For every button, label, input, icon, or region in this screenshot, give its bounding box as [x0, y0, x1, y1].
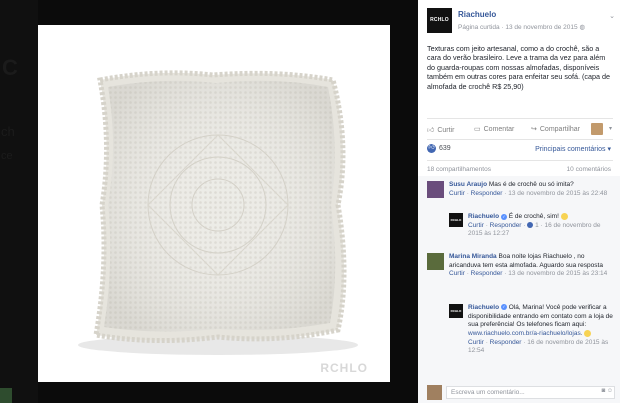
like-label: Curtir: [437, 127, 455, 134]
comment-composer: Escreva um comentário... ◙ ☺: [427, 384, 617, 402]
comment-sort-dropdown[interactable]: Principais comentários ▾: [535, 145, 611, 153]
page-reply-avatar[interactable]: RCHLO: [449, 304, 463, 318]
post-meta: Página curtida · 13 de novembro de 2015 …: [458, 24, 586, 31]
comments-section: [418, 176, 620, 403]
like-reaction-icon: 👍︎: [427, 144, 436, 153]
comment-meta: Curtir · Responder · 13 de novembro de 2…: [449, 270, 608, 278]
like-reaction-icon: [527, 222, 534, 229]
commenter-name[interactable]: Riachuelo: [468, 213, 499, 220]
caret-down-icon: ▾: [607, 146, 611, 153]
reaction-count[interactable]: 639: [439, 145, 451, 152]
post-text: Texturas com jeito artesanal, como a do …: [427, 44, 610, 91]
share-label: Compartilhar: [539, 126, 580, 133]
comment-reply-link[interactable]: Responder: [490, 222, 522, 229]
page-name-link[interactable]: Riachuelo: [458, 10, 496, 19]
like-button[interactable]: 👍︎ Curtir: [427, 125, 454, 134]
comments-count[interactable]: 10 comentários: [567, 166, 611, 173]
reactions-bar: 👍︎ 639 Principais comentários ▾: [427, 143, 615, 155]
page-avatar[interactable]: RCHLO: [427, 8, 452, 33]
commenter-name[interactable]: Susu Araujo: [449, 181, 487, 188]
ghost-fragment: ce: [1, 150, 13, 162]
commenter-name[interactable]: Marina Miranda: [449, 253, 497, 260]
shares-count[interactable]: 18 compartilhamentos: [427, 166, 491, 173]
comment-meta: Curtir · Responder · 13 de novembro de 2…: [449, 189, 608, 197]
comment-reply-link[interactable]: Responder: [471, 270, 503, 277]
comment-like-link[interactable]: Curtir: [468, 339, 484, 346]
share-button[interactable]: ↪ Compartilhar: [531, 125, 580, 133]
share-icon: ↪: [531, 126, 537, 133]
comment-icon: ▭: [474, 126, 481, 133]
smile-emoji-icon: [560, 213, 568, 220]
comment-body: Riachuelo ✓ É de crochê, sim! Curtir · R…: [468, 213, 614, 239]
ghost-corner: [0, 388, 12, 403]
caret-down-icon[interactable]: ▾: [609, 125, 612, 132]
commenter-avatar[interactable]: [427, 253, 444, 270]
photo-theater: C ch ce RCHLO: [0, 0, 418, 403]
comment-like-link[interactable]: Curtir: [449, 190, 465, 197]
globe-icon: ◍: [579, 24, 586, 31]
comment-button[interactable]: ▭ Comentar: [474, 125, 514, 133]
post-date-link[interactable]: 13 de novembro de 2015: [505, 24, 577, 31]
verified-badge-icon: ✓: [500, 304, 507, 311]
ghost-fragment: ch: [1, 124, 15, 139]
post-actions: 👍︎ Curtir ▭ Comentar ↪ Compartilhar ▾: [427, 123, 615, 137]
comment-meta: Curtir · Responder · 1 · 16 de novembro …: [468, 221, 601, 238]
user-avatar: [427, 385, 442, 400]
verified-badge-icon: ✓: [500, 213, 507, 220]
divider: [427, 160, 613, 161]
comment-like-link[interactable]: Curtir: [468, 222, 484, 229]
crochet-pillow-image: [78, 70, 358, 355]
chevron-down-icon[interactable]: ⌄: [609, 12, 615, 20]
smile-emoji-icon: [584, 329, 592, 337]
page-reply-avatar[interactable]: RCHLO: [449, 213, 463, 227]
background-page-ghost: C ch ce: [0, 0, 38, 403]
comment-meta: Curtir · Responder · 16 de novembro de 2…: [468, 338, 609, 355]
divider: [427, 118, 613, 119]
commenter-avatar[interactable]: [427, 181, 444, 198]
sort-label: Principais comentários: [535, 146, 606, 153]
post-header: RCHLO Riachuelo Página curtida · 13 de n…: [427, 8, 617, 34]
comment-body: Riachuelo ✓ Olá, Marina! Você pode verif…: [468, 304, 614, 356]
page-liked-label: Página curtida: [458, 24, 500, 31]
comment-input[interactable]: Escreva um comentário...: [446, 386, 615, 399]
comment-placeholder: Escreva um comentário...: [451, 389, 525, 396]
divider: [427, 139, 613, 140]
thumbs-up-icon: 👍︎: [427, 127, 435, 134]
comment-text: É de crochê, sim!: [508, 213, 559, 221]
comment-like-link[interactable]: Curtir: [449, 270, 465, 277]
photo-watermark: RCHLO: [320, 361, 368, 375]
comment-like-count[interactable]: 1: [535, 222, 539, 229]
comment-reply-link[interactable]: Responder: [471, 190, 503, 197]
comment-reply-link[interactable]: Responder: [490, 339, 522, 346]
comment-text: Mas é de crochê ou só imita?: [488, 181, 574, 188]
actor-avatar[interactable]: [591, 123, 603, 135]
comment-label: Comentar: [483, 126, 515, 133]
comment-body: Susu Araujo Mas é de crochê ou só imita?…: [449, 181, 611, 198]
comment-time[interactable]: 13 de novembro de 2015 às 23:14: [508, 270, 607, 277]
commenter-name[interactable]: Riachuelo: [468, 304, 499, 311]
camera-icon[interactable]: ◙ ☺: [602, 388, 613, 394]
stores-link[interactable]: www.riachuelo.com.br/a-riachuelo/lojas.: [468, 330, 583, 337]
comment-body: Marina Miranda Boa noite lojas Riachuelo…: [449, 253, 611, 279]
post-panel: RCHLO Riachuelo Página curtida · 13 de n…: [418, 0, 620, 403]
post-photo[interactable]: RCHLO: [38, 25, 390, 382]
post-counts: 18 compartilhamentos 10 comentários: [427, 166, 615, 176]
ghost-letter: C: [2, 55, 18, 80]
comment-time[interactable]: 13 de novembro de 2015 às 22:48: [508, 190, 607, 197]
